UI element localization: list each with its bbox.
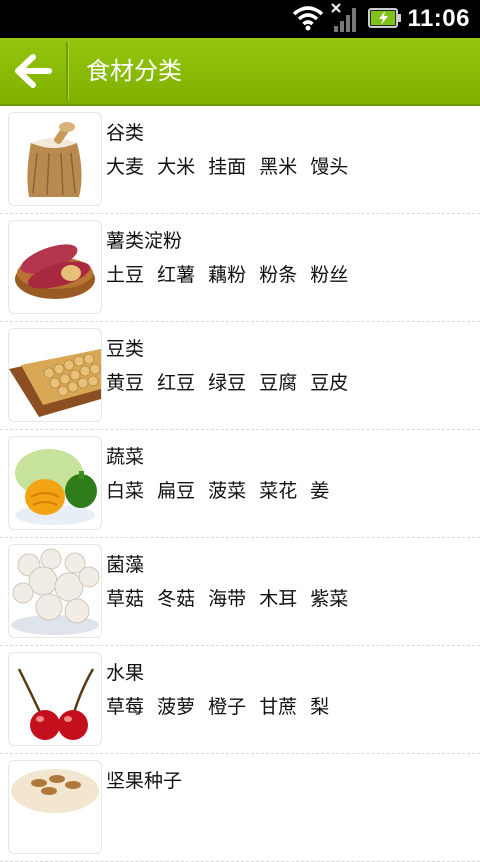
food-item[interactable]: 绿豆 [208, 372, 246, 394]
food-item[interactable]: 豆皮 [310, 372, 348, 394]
category-list: 谷类 大麦 大米 挂面 黑米 馒头 薯类淀粉 土豆 红薯 藕粉 粉条 粉丝 豆类… [0, 106, 480, 862]
category-title: 薯类淀粉 [106, 230, 183, 252]
category-row[interactable]: 谷类 大麦 大米 挂面 黑米 馒头 [0, 106, 480, 214]
category-items: 大麦 大米 挂面 黑米 馒头 [106, 152, 355, 179]
vegetables-image [8, 436, 102, 530]
food-item[interactable]: 馒头 [310, 156, 348, 178]
action-bar: 食材分类 [0, 38, 480, 106]
category-row[interactable]: 菌藻 草菇 冬菇 海带 木耳 紫菜 [0, 538, 480, 646]
food-item[interactable]: 菠菜 [208, 480, 246, 502]
category-row[interactable]: 水果 草莓 菠萝 橙子 甘蔗 梨 [0, 646, 480, 754]
category-title: 水果 [106, 662, 145, 684]
cherries-image [8, 652, 102, 746]
food-item[interactable]: 木耳 [259, 588, 297, 610]
food-item[interactable]: 粉丝 [310, 264, 348, 286]
back-arrow-icon [15, 54, 52, 88]
food-item[interactable]: 黑米 [259, 156, 297, 178]
category-title: 豆类 [106, 338, 145, 360]
category-title: 蔬菜 [106, 446, 145, 468]
back-button[interactable] [0, 38, 66, 104]
food-item[interactable]: 藕粉 [208, 264, 246, 286]
food-item[interactable]: 大麦 [106, 156, 144, 178]
category-title: 谷类 [106, 122, 145, 144]
status-time: 11:06 [407, 5, 470, 32]
page-title: 食材分类 [86, 57, 182, 85]
category-items: 草菇 冬菇 海带 木耳 紫菜 [106, 584, 355, 611]
food-item[interactable]: 菠萝 [157, 696, 195, 718]
food-item[interactable]: 草莓 [106, 696, 144, 718]
category-row[interactable]: 薯类淀粉 土豆 红薯 藕粉 粉条 粉丝 [0, 214, 480, 322]
food-item[interactable]: 大米 [157, 156, 195, 178]
food-item[interactable]: 土豆 [106, 264, 144, 286]
food-item[interactable]: 豆腐 [259, 372, 297, 394]
wifi-icon [292, 6, 324, 31]
food-item[interactable]: 红豆 [157, 372, 195, 394]
header-divider [66, 42, 68, 100]
food-item[interactable]: 白菜 [106, 480, 144, 502]
food-item[interactable]: 甘蔗 [259, 696, 297, 718]
mushrooms-image [8, 544, 102, 638]
grain-sack-image [8, 112, 102, 206]
category-items: 草莓 菠萝 橙子 甘蔗 梨 [106, 692, 336, 719]
food-item[interactable]: 黄豆 [106, 372, 144, 394]
category-title: 坚果种子 [106, 770, 183, 792]
food-item[interactable]: 红薯 [157, 264, 195, 286]
food-item[interactable]: 紫菜 [310, 588, 348, 610]
category-row[interactable]: 蔬菜 白菜 扁豆 菠菜 菜花 姜 [0, 430, 480, 538]
food-item[interactable]: 橙子 [208, 696, 246, 718]
category-row[interactable]: 豆类 黄豆 红豆 绿豆 豆腐 豆皮 [0, 322, 480, 430]
sweet-potato-image [8, 220, 102, 314]
category-items: 黄豆 红豆 绿豆 豆腐 豆皮 [106, 368, 355, 395]
food-item[interactable]: 姜 [310, 480, 329, 502]
food-item[interactable]: 冬菇 [157, 588, 195, 610]
food-item[interactable]: 粉条 [259, 264, 297, 286]
food-item[interactable]: 海带 [208, 588, 246, 610]
food-item[interactable]: 梨 [310, 696, 329, 718]
category-title: 菌藻 [106, 554, 145, 576]
nuts-image [8, 760, 102, 854]
category-row[interactable]: 坚果种子 [0, 754, 480, 862]
food-item[interactable]: 菜花 [259, 480, 297, 502]
food-item[interactable]: 挂面 [208, 156, 246, 178]
food-item[interactable]: 扁豆 [157, 480, 195, 502]
category-items: 白菜 扁豆 菠菜 菜花 姜 [106, 476, 336, 503]
signal-icon [331, 3, 356, 32]
category-items: 土豆 红薯 藕粉 粉条 粉丝 [106, 260, 355, 287]
battery-charging-icon [368, 8, 401, 28]
soybean-bowl-image [8, 328, 102, 422]
food-item[interactable]: 草菇 [106, 588, 144, 610]
status-bar: 11:06 [0, 0, 480, 38]
